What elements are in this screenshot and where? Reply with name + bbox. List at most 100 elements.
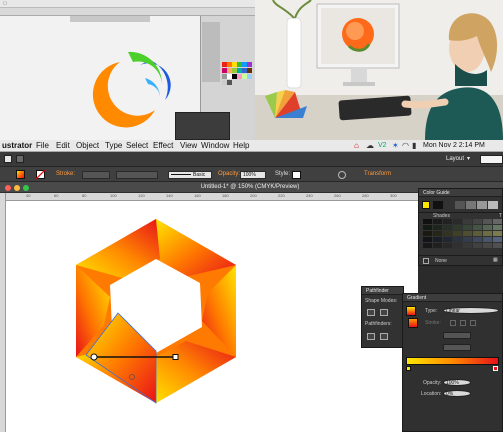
wifi-icon[interactable]: ◠: [402, 140, 409, 152]
recolor-artwork-icon[interactable]: [338, 171, 346, 179]
stop-location-field[interactable]: 0%: [443, 390, 471, 397]
fill-swatch[interactable]: [16, 170, 25, 179]
gradient-panel: Gradient Type: Linear Stroke: Opacity: 1…: [402, 293, 503, 432]
horizontal-ruler[interactable]: 40 60 80 100 120 140 160 180 200 220 240…: [6, 193, 418, 201]
ruler-tick: 60: [54, 193, 59, 198]
gradient-title[interactable]: Gradient: [403, 294, 502, 302]
location-label: Location:: [421, 391, 442, 397]
bridge-icon[interactable]: [4, 155, 12, 163]
battery-icon[interactable]: ▮: [412, 140, 416, 152]
app-menubar: ustrator File Edit Object Type Select Ef…: [0, 140, 503, 152]
cloud-icon[interactable]: ☁: [366, 140, 374, 152]
arrange-documents-icon[interactable]: [16, 155, 24, 163]
stroke-mode-icon[interactable]: [470, 320, 476, 326]
menu-select[interactable]: Select: [126, 140, 148, 152]
trim-icon[interactable]: [380, 333, 388, 340]
menu-edit[interactable]: Edit: [56, 140, 70, 152]
gradient-type-select[interactable]: Linear: [443, 307, 499, 314]
artboard-canvas[interactable]: [6, 201, 418, 432]
ruler-tick: 80: [82, 193, 87, 198]
close-window-button[interactable]: [5, 185, 11, 191]
bluetooth-icon[interactable]: ✶: [392, 140, 399, 152]
ruler-tick: 160: [194, 193, 201, 198]
chevron-down-icon[interactable]: ▾: [467, 152, 470, 167]
pathfinders-label: Pathfinders:: [365, 321, 392, 327]
illustrator-screenshot-thumbnail: : [0, 0, 255, 140]
stroke-mode-icon[interactable]: [450, 320, 456, 326]
variable-width-profile[interactable]: [116, 171, 158, 179]
minus-front-icon[interactable]: [380, 309, 388, 316]
opacity-label: Opacity:: [423, 380, 442, 386]
shades-grid[interactable]: [423, 219, 503, 259]
ruler-tick: 280: [362, 193, 369, 198]
menu-effect[interactable]: Effect: [153, 140, 173, 152]
style-label: Style:: [275, 171, 291, 177]
ruler-tick: 220: [278, 193, 285, 198]
opacity-label[interactable]: Opacity:: [218, 167, 240, 182]
stroke-label: Stroke:: [425, 320, 441, 326]
stroke-swatch[interactable]: [36, 170, 45, 179]
unite-icon[interactable]: [367, 309, 375, 316]
edit-colors-icon[interactable]: ▦: [493, 257, 498, 263]
clock[interactable]: Mon Nov 2 2:14 PM: [423, 140, 485, 152]
gradient-slider[interactable]: [406, 357, 499, 365]
zoom-window-button[interactable]: [23, 185, 29, 191]
opacity-field[interactable]: 100%: [240, 171, 266, 179]
graphic-style-swatch[interactable]: [292, 171, 301, 179]
header-collage: : [0, 0, 503, 140]
limit-colors-icon[interactable]: [423, 258, 429, 264]
stroke-mode-icon[interactable]: [460, 320, 466, 326]
mini-tools-panel: [202, 22, 220, 82]
workspace-switcher[interactable]: Layout: [446, 152, 464, 167]
ruler-tick: 120: [138, 193, 145, 198]
gradient-origin-handle[interactable]: [90, 353, 98, 361]
ruler-tick: 240: [306, 193, 313, 198]
brush-definition[interactable]: Basic: [168, 171, 212, 179]
designer-photo: [255, 0, 503, 140]
hexagon-aperture-artwork[interactable]: [6, 201, 418, 432]
gradient-stop-end[interactable]: [493, 366, 498, 371]
mini-dark-panel: [175, 112, 230, 140]
menu-type[interactable]: Type: [105, 140, 122, 152]
minimize-window-button[interactable]: [14, 185, 20, 191]
transform-link[interactable]: Transform: [364, 167, 391, 182]
angle-field[interactable]: [443, 332, 471, 339]
gradient-end-handle[interactable]: [172, 354, 179, 360]
brush-label: Basic: [193, 172, 206, 178]
ruler-tick: 40: [26, 193, 31, 198]
gradient-stop-start[interactable]: [406, 366, 411, 371]
app-name: ustrator: [2, 141, 33, 150]
ruler-tick: 140: [166, 193, 173, 198]
adobe-icon[interactable]: ⌂: [354, 140, 359, 152]
divide-icon[interactable]: [367, 333, 375, 340]
menu-file[interactable]: File: [36, 140, 49, 152]
stroke-weight-field[interactable]: [82, 171, 110, 179]
menu-help[interactable]: Help: [233, 140, 249, 152]
color-guide-panel: Color Guide Shades T None ▦: [418, 188, 503, 266]
harmony-strip[interactable]: [433, 201, 501, 209]
pathfinder-title[interactable]: Pathfinder: [362, 287, 403, 295]
ruler-tick: 180: [222, 193, 229, 198]
ruler-tick: 100: [110, 193, 117, 198]
base-color-swatch[interactable]: [422, 201, 430, 209]
menu-object[interactable]: Object: [76, 140, 99, 152]
stroke-label[interactable]: Stroke:: [56, 167, 75, 182]
menu-window[interactable]: Window: [201, 140, 229, 152]
control-panel: Stroke: Basic Opacity: 100% Style: Trans…: [0, 167, 503, 182]
none-label: None: [435, 258, 447, 264]
gradient-stroke-thumbnail[interactable]: [408, 318, 418, 328]
gradient-fill-thumbnail[interactable]: [406, 306, 416, 316]
ruler-tick: 260: [334, 193, 341, 198]
shape-modes-label: Shape Modes:: [365, 298, 398, 304]
aspect-ratio-field[interactable]: [443, 344, 471, 351]
application-bar: Layout ▾: [0, 152, 503, 167]
screenshot-root: : [0, 0, 503, 432]
status-badge[interactable]: V2: [378, 140, 387, 152]
menu-view[interactable]: View: [180, 140, 197, 152]
stop-opacity-field[interactable]: 100%: [443, 379, 471, 386]
search-input[interactable]: [480, 155, 503, 164]
type-label: Type:: [425, 308, 438, 314]
color-guide-title[interactable]: Color Guide: [419, 189, 502, 197]
mini-swatches: [222, 62, 254, 98]
ruler-tick: 300: [390, 193, 397, 198]
